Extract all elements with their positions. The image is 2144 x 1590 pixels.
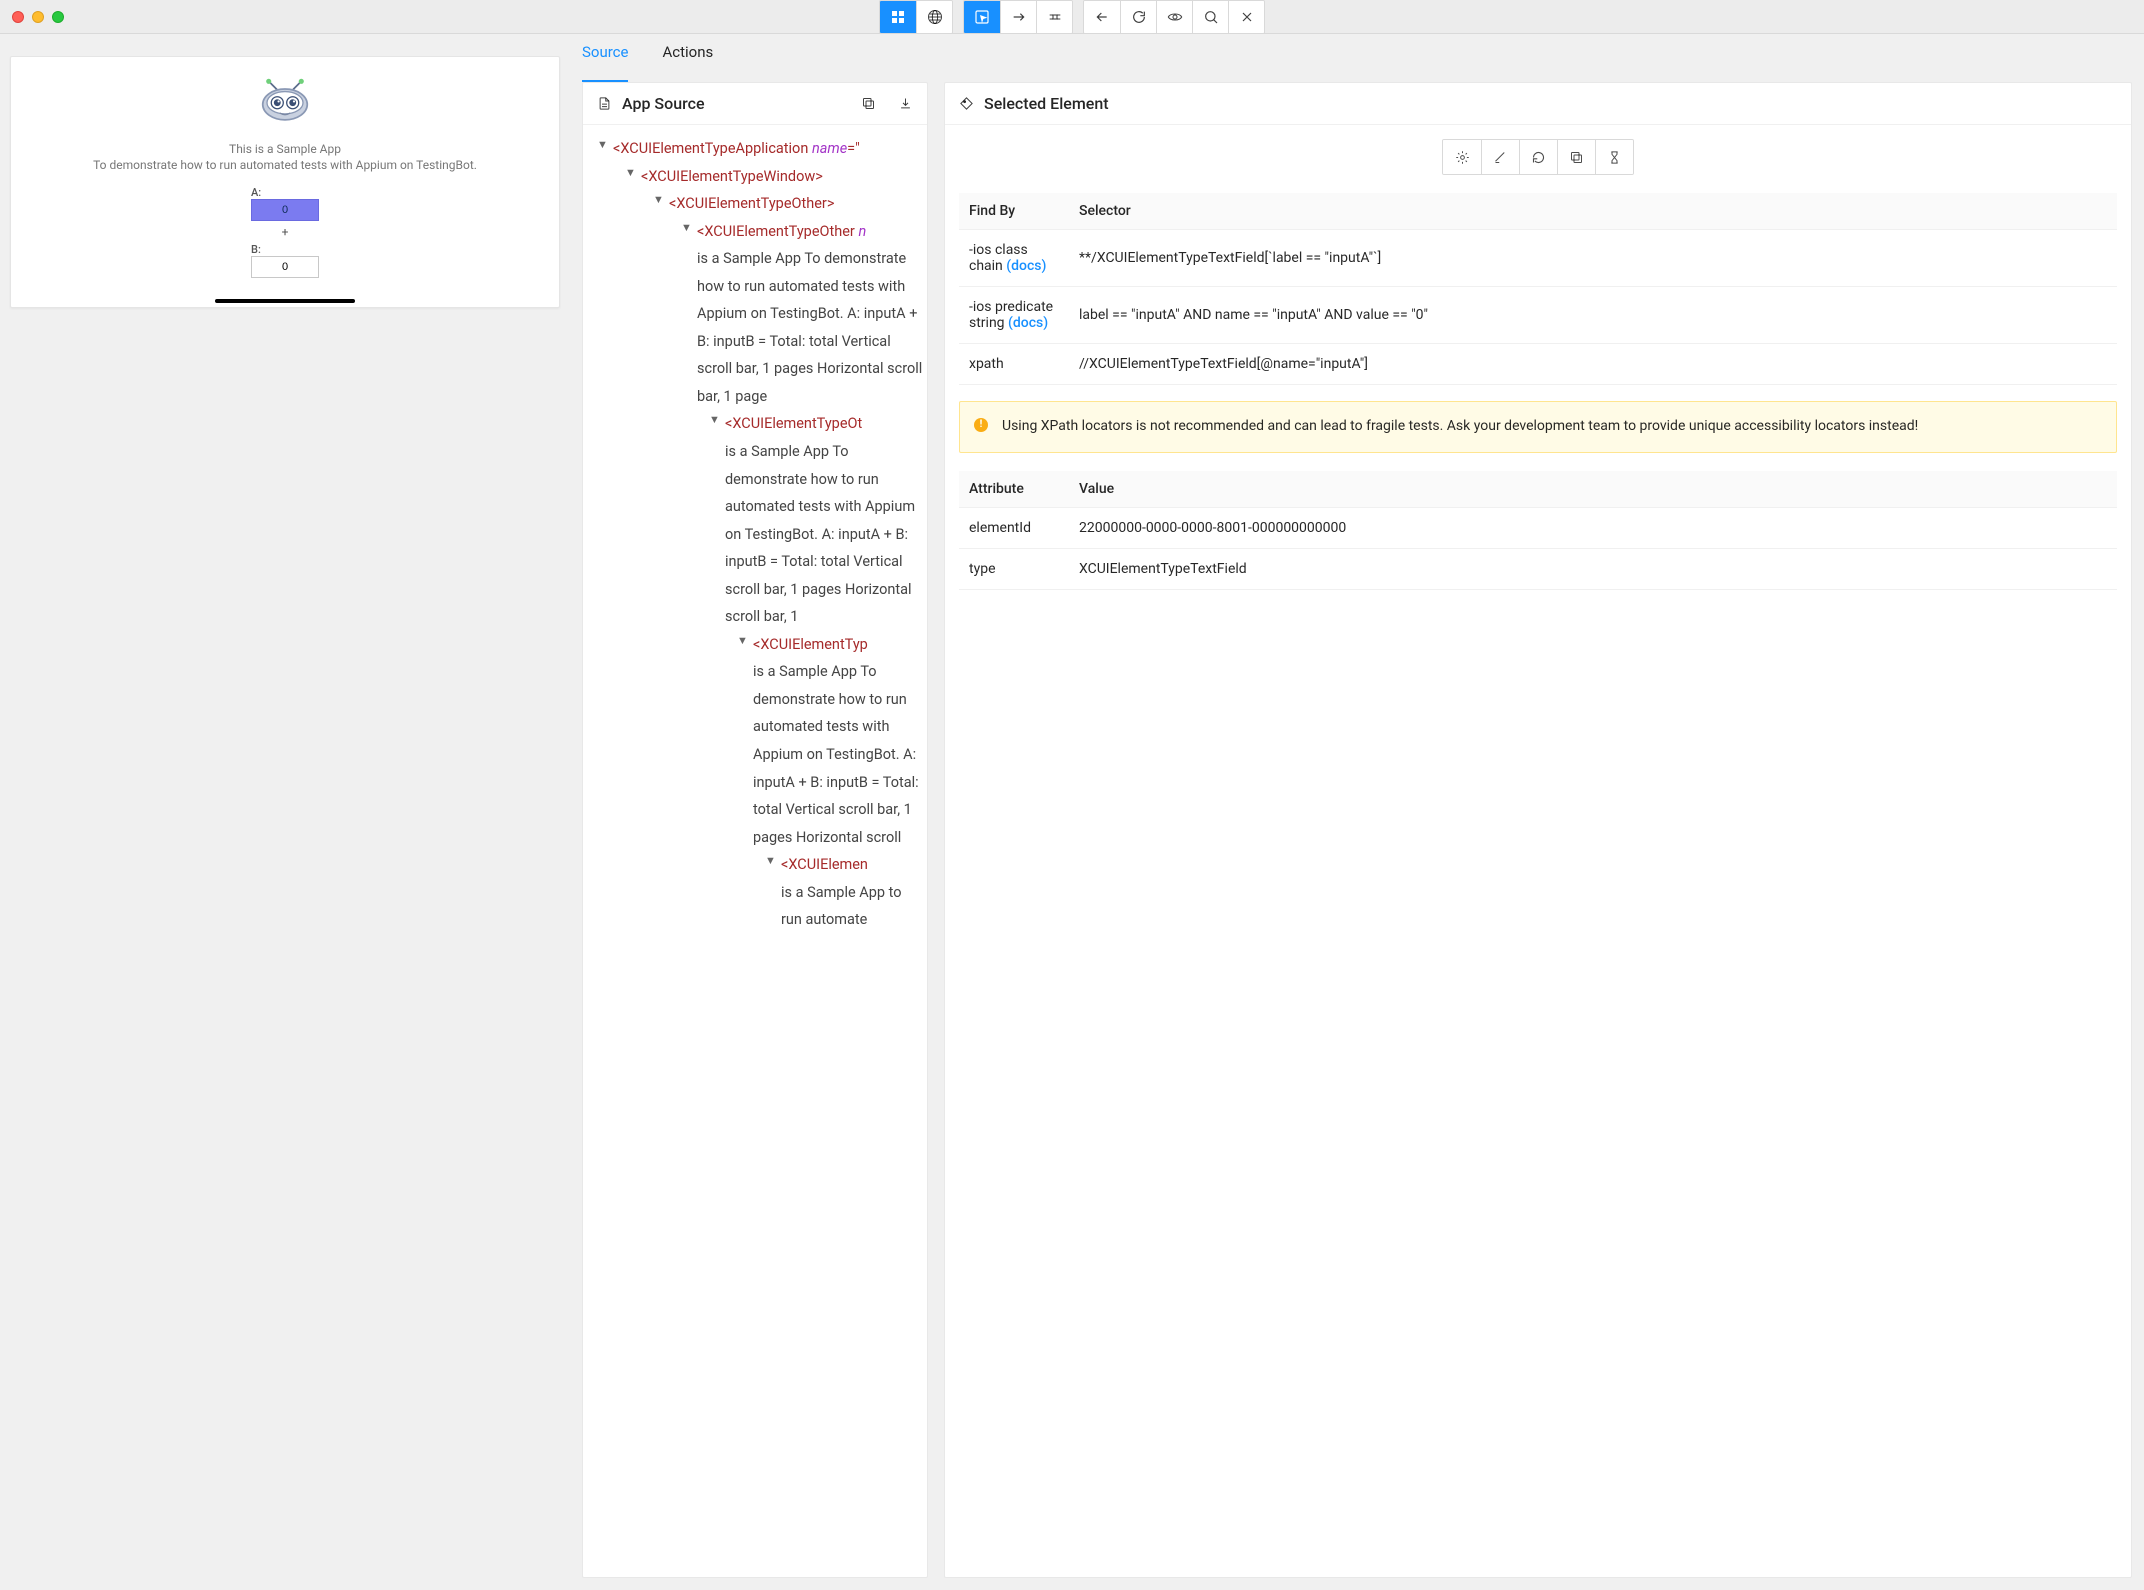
- tree-caret[interactable]: ▼: [709, 410, 723, 431]
- inspector-pane: Source Actions App Source: [570, 34, 2144, 1590]
- attribute-table: Attribute Value elementId22000000-0000-0…: [959, 471, 2117, 590]
- tree-tag[interactable]: XCUIElementTypeOther: [676, 195, 826, 212]
- app-subtitle: To demonstrate how to run automated test…: [93, 158, 477, 172]
- clear-element-button[interactable]: [1519, 140, 1557, 174]
- get-timing-button[interactable]: [1595, 140, 1633, 174]
- attribute-cell: type: [959, 548, 1069, 589]
- selector-cell[interactable]: label == "inputA" AND name == "inputA" A…: [1069, 287, 2117, 344]
- traffic-lights: [12, 11, 64, 23]
- table-row: typeXCUIElementTypeTextField: [959, 548, 2117, 589]
- tree-node-text: is a Sample App To demonstrate how to ru…: [753, 658, 923, 851]
- download-xml-button[interactable]: [898, 96, 913, 111]
- tree-tag[interactable]: XCUIElementTypeOt: [732, 415, 862, 432]
- tag-icon: [959, 96, 974, 111]
- search-button[interactable]: [1192, 1, 1228, 33]
- tree-caret[interactable]: ▼: [597, 135, 611, 156]
- app-source-card: App Source ▼ <XCUIElementTypeAp: [582, 82, 928, 1578]
- value-cell[interactable]: XCUIElementTypeTextField: [1069, 548, 2117, 589]
- quit-session-button[interactable]: [1228, 1, 1264, 33]
- toolbar-group-mode: [879, 0, 953, 34]
- tree-caret[interactable]: ▼: [681, 218, 695, 239]
- docs-link[interactable]: (docs): [1006, 258, 1046, 274]
- tab-source[interactable]: Source: [582, 34, 628, 82]
- tap-coords-button[interactable]: [1036, 1, 1072, 33]
- copy-attributes-button[interactable]: [1557, 140, 1595, 174]
- tree-caret[interactable]: ▼: [737, 631, 751, 652]
- toolbar: [879, 0, 1265, 34]
- docs-link[interactable]: (docs): [1008, 315, 1048, 331]
- value-cell[interactable]: 22000000-0000-0000-8001-000000000000: [1069, 507, 2117, 548]
- tree-tag[interactable]: XCUIElementTypeOther: [704, 223, 854, 240]
- app-title: This is a Sample App: [229, 142, 341, 156]
- plus-label: +: [282, 225, 289, 239]
- attribute-header: Attribute: [959, 471, 1069, 508]
- tree-tag[interactable]: XCUIElementTypeWindow: [648, 168, 815, 185]
- window-titlebar: [0, 0, 2144, 34]
- minimize-window-icon[interactable]: [32, 11, 44, 23]
- find-by-table: Find By Selector -ios class chain (docs)…: [959, 193, 2117, 385]
- table-row: -ios class chain (docs)**/XCUIElementTyp…: [959, 230, 2117, 287]
- tree-node-text: is a Sample App to run automate: [781, 879, 923, 934]
- app-source-title: App Source: [622, 94, 705, 113]
- selected-element-title: Selected Element: [984, 94, 1109, 113]
- xpath-warning: ! Using XPath locators is not recommende…: [959, 401, 2117, 453]
- element-actions: [1442, 139, 1634, 175]
- toolbar-group-session: [1083, 0, 1265, 34]
- table-row: xpath //XCUIElementTypeTextField[@name="…: [959, 344, 2117, 385]
- tree-node-text: is a Sample App To demonstrate how to ru…: [697, 245, 923, 410]
- selector-header: Selector: [1069, 193, 2117, 230]
- selector-cell[interactable]: //XCUIElementTypeTextField[@name="inputA…: [1069, 344, 2117, 385]
- back-button[interactable]: [1084, 1, 1120, 33]
- findby-header: Find By: [959, 193, 1069, 230]
- send-keys-button[interactable]: [1481, 140, 1519, 174]
- warning-icon: !: [974, 418, 988, 432]
- field-label-b: B:: [251, 243, 319, 256]
- copy-xml-button[interactable]: [861, 96, 876, 111]
- tree-tag[interactable]: XCUIElementTypeApplication: [620, 140, 808, 157]
- close-window-icon[interactable]: [12, 11, 24, 23]
- findby-cell: -ios predicate string (docs): [959, 287, 1069, 344]
- selector-cell[interactable]: **/XCUIElementTypeTextField[`label == "i…: [1069, 230, 2117, 287]
- warning-text: Using XPath locators is not recommended …: [1002, 418, 1918, 434]
- robot-icon: [257, 77, 313, 128]
- native-mode-button[interactable]: [880, 1, 916, 33]
- findby-cell: xpath: [959, 344, 1069, 385]
- input-a[interactable]: [251, 199, 319, 221]
- input-b[interactable]: [251, 256, 319, 278]
- refresh-button[interactable]: [1120, 1, 1156, 33]
- selected-element-card: Selected Element Fin: [944, 82, 2132, 1578]
- table-row: elementId22000000-0000-0000-8001-0000000…: [959, 507, 2117, 548]
- home-indicator: [215, 299, 355, 303]
- tree-tag[interactable]: XCUIElemen: [788, 856, 868, 873]
- table-row: -ios predicate string (docs)label == "in…: [959, 287, 2117, 344]
- value-header: Value: [1069, 471, 2117, 508]
- attribute-cell: elementId: [959, 507, 1069, 548]
- toolbar-group-select: [963, 0, 1073, 34]
- select-element-button[interactable]: [964, 1, 1000, 33]
- source-tree[interactable]: ▼ <XCUIElementTypeApplication name=" ▼ <…: [583, 125, 927, 1577]
- device-screenshot[interactable]: This is a Sample App To demonstrate how …: [10, 56, 560, 308]
- fullscreen-window-icon[interactable]: [52, 11, 64, 23]
- findby-cell: -ios class chain (docs): [959, 230, 1069, 287]
- tree-caret[interactable]: ▼: [765, 851, 779, 872]
- swipe-button[interactable]: [1000, 1, 1036, 33]
- record-button[interactable]: [1156, 1, 1192, 33]
- field-label-a: A:: [251, 186, 319, 199]
- tree-caret[interactable]: ▼: [653, 190, 667, 211]
- device-pane: This is a Sample App To demonstrate how …: [0, 34, 570, 1590]
- web-mode-button[interactable]: [916, 1, 952, 33]
- file-icon: [597, 96, 612, 111]
- tree-node-text: is a Sample App To demonstrate how to ru…: [725, 438, 923, 631]
- tree-caret[interactable]: ▼: [625, 163, 639, 184]
- tabs: Source Actions: [570, 34, 2144, 82]
- tap-element-button[interactable]: [1443, 140, 1481, 174]
- tree-tag[interactable]: XCUIElementTyp: [760, 636, 867, 653]
- main-content: This is a Sample App To demonstrate how …: [0, 34, 2144, 1590]
- tab-actions[interactable]: Actions: [662, 34, 713, 82]
